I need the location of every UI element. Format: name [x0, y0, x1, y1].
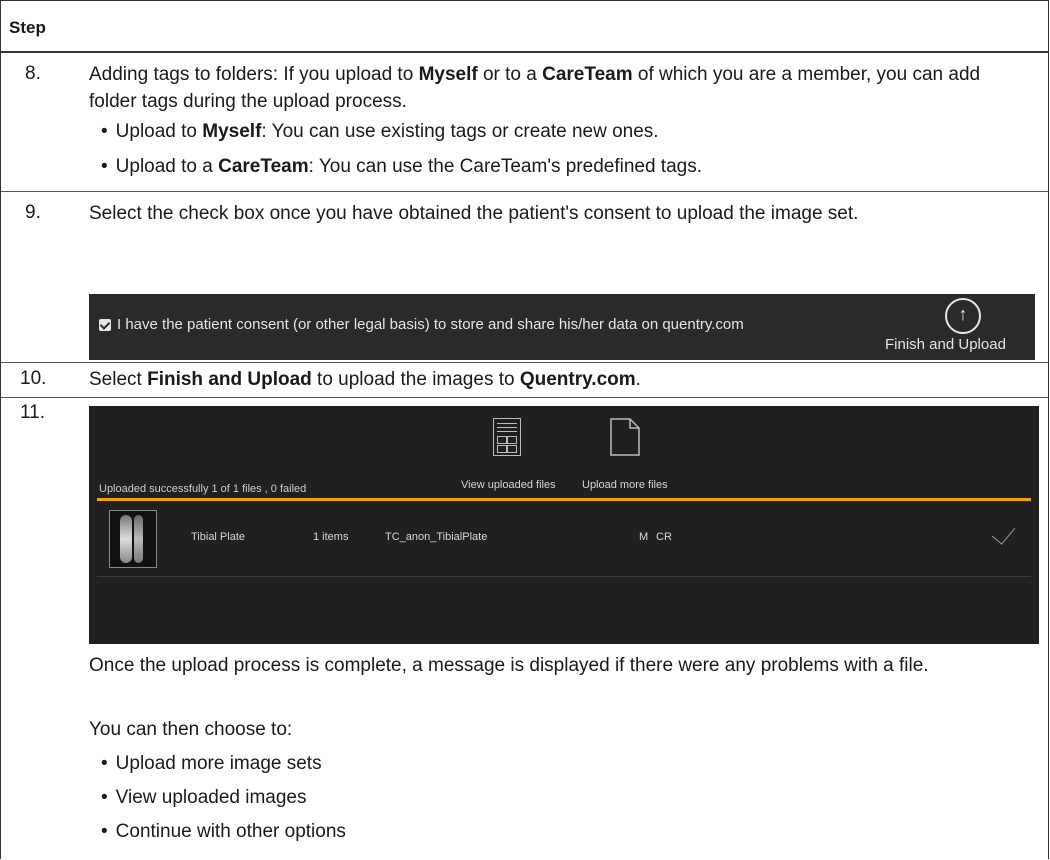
- upload-progress-bar: [97, 498, 1031, 501]
- consent-bar: I have the patient consent (or other leg…: [89, 294, 1035, 360]
- upload-status-text: Uploaded successfully 1 of 1 files , 0 f…: [99, 483, 307, 495]
- step-column-header: Step: [9, 18, 46, 37]
- list-item: Upload more image sets: [101, 750, 322, 777]
- consent-label: I have the patient consent (or other leg…: [117, 316, 744, 333]
- checkmark-icon: [991, 520, 1016, 545]
- view-uploaded-files-button[interactable]: View uploaded files: [461, 479, 556, 491]
- patient-sex: M: [639, 531, 649, 543]
- step-number: 8.: [25, 63, 41, 84]
- procedure-table: Step 8. Adding tags to folders: If you u…: [0, 0, 1049, 859]
- step-number: 11.: [20, 402, 46, 423]
- step-11-row: 11. Uploaded successfully 1 of 1 files ,…: [1, 398, 1048, 860]
- list-item: Continue with other options: [101, 818, 346, 845]
- step-number: 10.: [20, 368, 47, 389]
- row-divider: [97, 576, 1031, 577]
- list-item: View uploaded images: [101, 784, 307, 811]
- modality: CR: [656, 531, 672, 543]
- step-8-text: Adding tags to folders: If you upload to…: [89, 64, 981, 112]
- finish-and-upload-button[interactable]: Finish and Upload: [885, 336, 1006, 353]
- list-item: Upload to Myself: You can use existing t…: [101, 118, 659, 145]
- step-number: 9.: [25, 202, 41, 223]
- step-11-intro: You can then choose to:: [89, 719, 293, 740]
- step-9-text: Select the check box once you have obtai…: [89, 203, 859, 224]
- step-8-row: 8. Adding tags to folders: If you upload…: [1, 53, 1048, 192]
- file-name: Tibial Plate: [191, 531, 246, 543]
- table-header: Step: [1, 1, 1048, 53]
- step-10-text: Select Finish and Upload to upload the i…: [89, 369, 641, 390]
- item-count: 1 items: [313, 531, 349, 543]
- step-9-row: 9. Select the check box once you have ob…: [1, 192, 1048, 363]
- xray-thumbnail: [109, 510, 157, 568]
- view-uploaded-files-icon[interactable]: [493, 418, 521, 456]
- step-11-text: Once the upload process is complete, a m…: [89, 655, 929, 676]
- upload-result-panel: Uploaded successfully 1 of 1 files , 0 f…: [89, 406, 1039, 644]
- upload-arrow-icon[interactable]: ↑: [945, 298, 981, 334]
- list-item: Upload to a CareTeam: You can use the Ca…: [101, 153, 702, 180]
- upload-more-files-icon[interactable]: [610, 418, 640, 456]
- upload-more-files-button[interactable]: Upload more files: [582, 479, 668, 491]
- file-id: TC_anon_TibialPlate: [385, 531, 488, 543]
- step-10-row: 10. Select Finish and Upload to upload t…: [1, 363, 1048, 398]
- consent-checkbox[interactable]: [99, 319, 111, 331]
